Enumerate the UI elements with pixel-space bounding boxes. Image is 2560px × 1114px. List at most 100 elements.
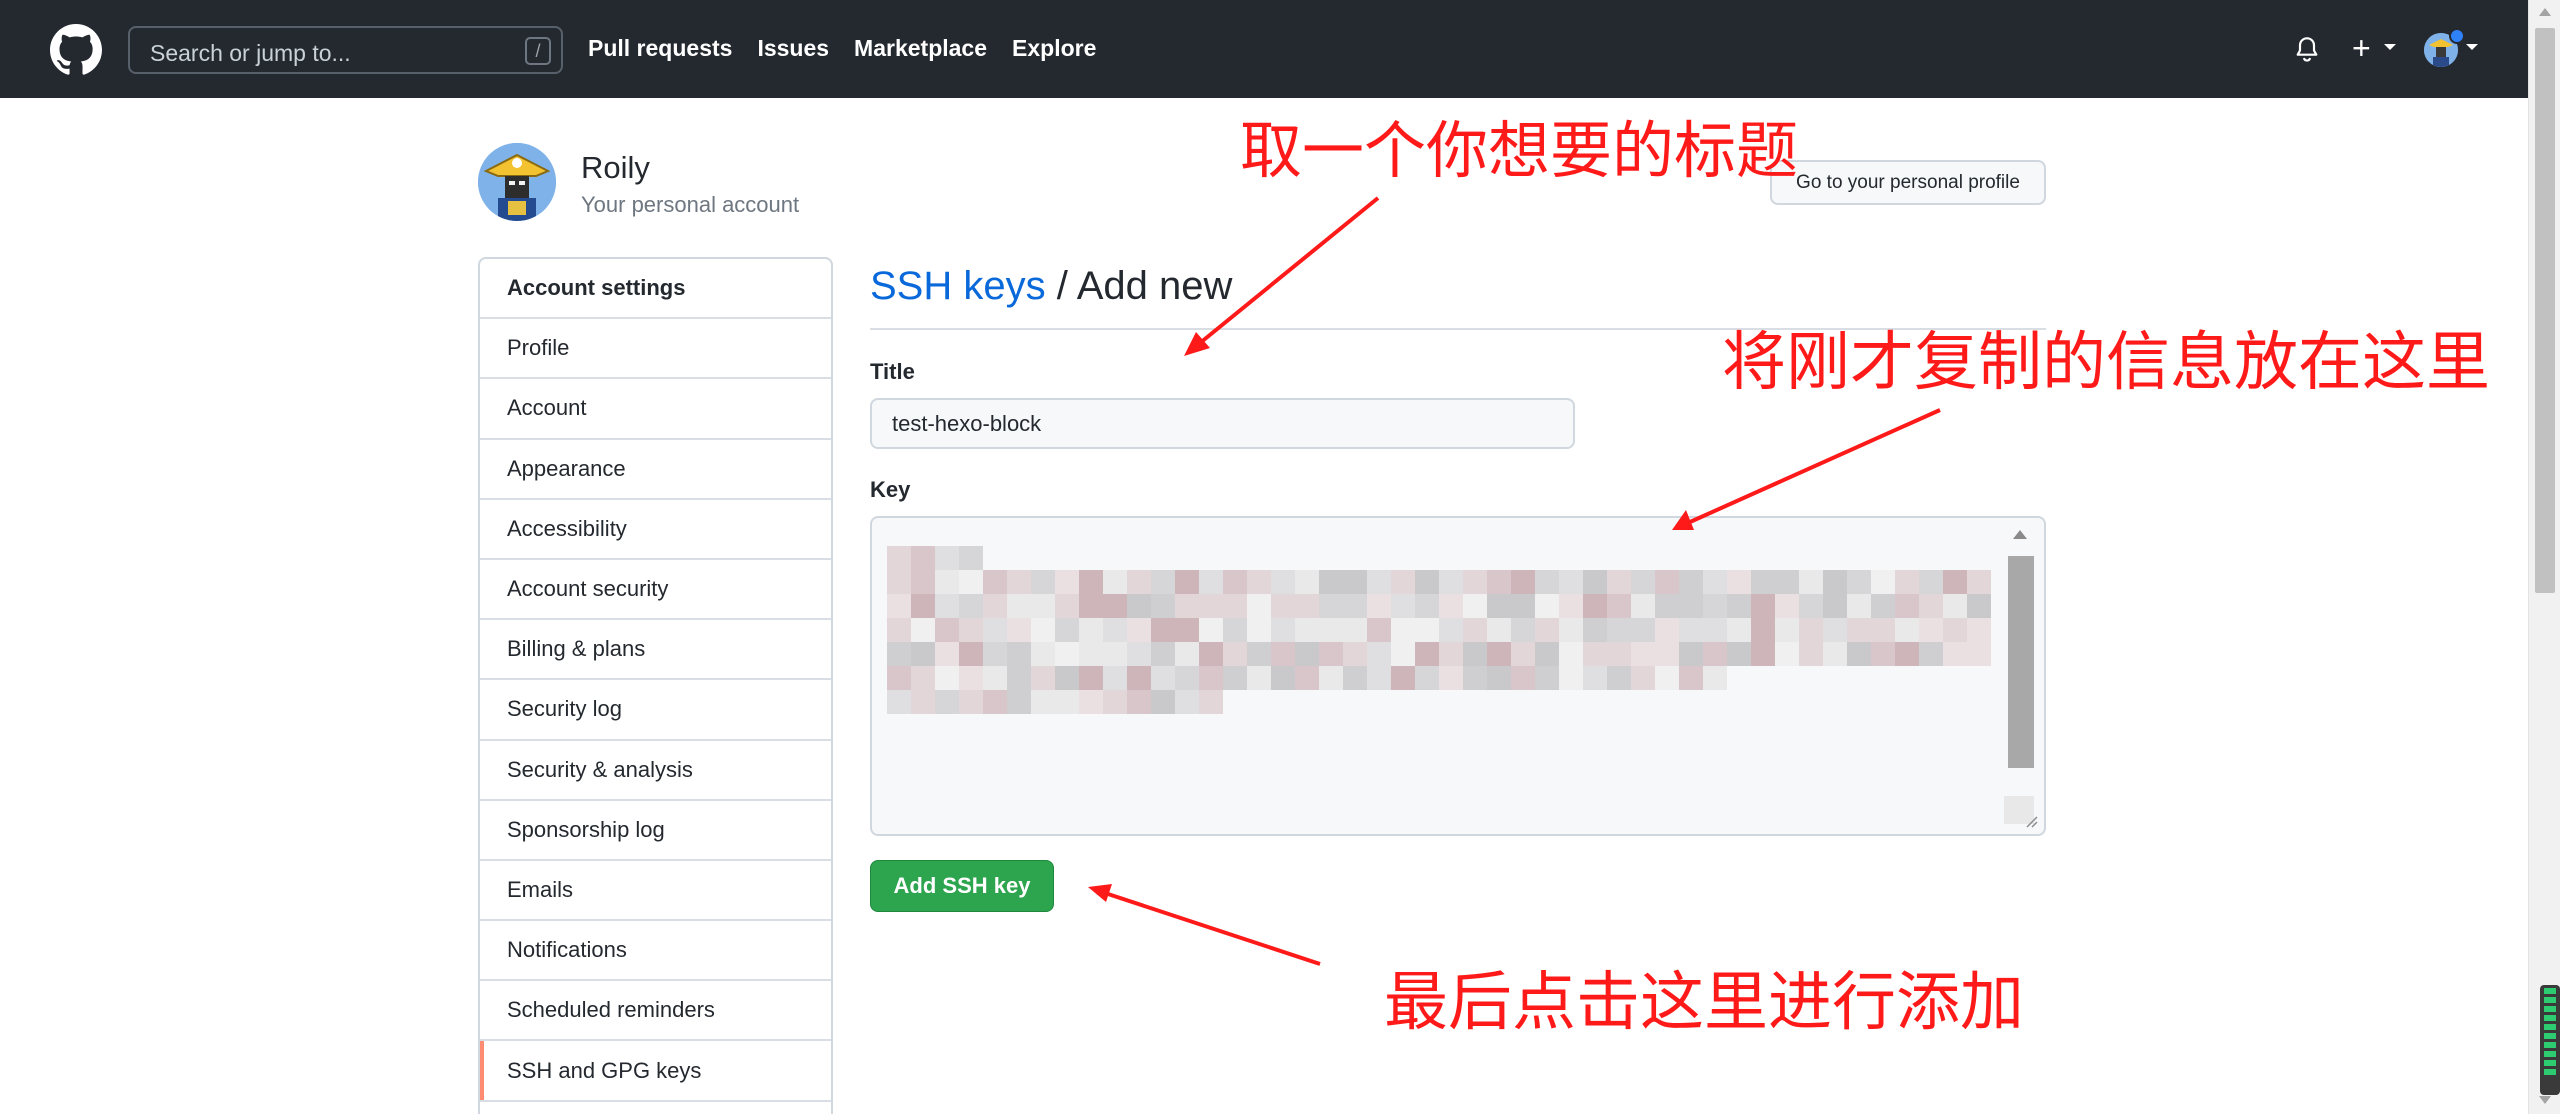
blur-cell [1031,642,1055,666]
create-new-plus-icon[interactable]: + [2352,30,2371,66]
blur-cell [1223,594,1247,618]
blur-cell [1535,642,1559,666]
title-label: Title [870,359,915,384]
search-input[interactable]: Search or jump to... / [128,26,563,74]
blur-cell [1223,570,1247,594]
blur-cell [1319,642,1343,666]
blur-cell [1343,570,1367,594]
annotation-button-note: 最后点击这里进行添加 [1384,966,2024,1040]
blur-cell [1079,546,1103,570]
sidebar-item-appearance[interactable]: Appearance [480,440,831,500]
blur-cell [911,642,935,666]
blur-cell [1751,594,1775,618]
blur-cell [1223,666,1247,690]
page-scrollbar[interactable] [2528,0,2560,1114]
add-ssh-key-button[interactable]: Add SSH key [870,860,1054,912]
blur-cell [1847,618,1871,642]
blur-cell [1103,594,1127,618]
sidebar-item-account[interactable]: Account [480,379,831,440]
blur-cell [1895,618,1919,642]
blur-cell [1943,594,1967,618]
sidebar-item-emails[interactable]: Emails [480,861,831,922]
blur-cell [959,618,983,642]
scroll-up-arrow-icon[interactable] [2539,8,2551,16]
key-textarea-scrollbar[interactable] [2004,524,2034,824]
sidebar-item-sponsorship-log[interactable]: Sponsorship log [480,801,831,861]
blur-cell [1271,546,1295,570]
blur-cell [1655,642,1679,666]
create-menu-caret-icon[interactable] [2383,42,2397,52]
blur-cell [887,594,911,618]
breadcrumb-ssh-keys-link[interactable]: SSH keys [870,264,1046,308]
arrow-to-button-icon [1088,884,1321,966]
key-textarea[interactable] [870,516,2046,836]
blur-cell [1631,570,1655,594]
blur-cell [1535,594,1559,618]
annotation-title-note: 取一个你想要的标题 [1240,114,1799,187]
sidebar-item-scheduled-reminders[interactable]: Scheduled reminders [480,981,831,1042]
blur-cell [1295,690,1319,714]
blur-cell [1751,546,1775,570]
sidebar-item-security-analysis[interactable]: Security & analysis [480,741,831,801]
sidebar-item-billing-plans[interactable]: Billing & plans [480,620,831,681]
sidebar-item-accessibility[interactable]: Accessibility [480,500,831,560]
blur-cell [1511,690,1535,714]
blur-cell [1607,618,1631,642]
sidebar-item-ssh-gpg-keys[interactable]: SSH and GPG keys [480,1041,831,1102]
blur-cell [1151,570,1175,594]
blur-cell [1031,594,1055,618]
blur-cell [1175,618,1199,642]
user-menu-caret-icon[interactable] [2465,42,2479,52]
nav-pull-requests[interactable]: Pull requests [588,35,732,62]
nav-issues[interactable]: Issues [757,35,829,62]
nav-explore[interactable]: Explore [1012,35,1096,62]
notifications-bell-icon[interactable] [2294,36,2320,64]
scrollbar-thumb[interactable] [2535,28,2555,593]
blur-cell [1247,546,1271,570]
blur-cell [1151,642,1175,666]
blur-cell [1487,642,1511,666]
blur-cell [1823,642,1847,666]
blur-cell [1583,642,1607,666]
sidebar-item-profile[interactable]: Profile [480,319,831,380]
blur-cell [1919,570,1943,594]
blur-cell [1175,546,1199,570]
blur-cell [1655,618,1679,642]
blur-cell [935,666,959,690]
nav-marketplace[interactable]: Marketplace [854,35,987,62]
github-logo-icon[interactable] [50,24,102,76]
textarea-scroll-up-icon[interactable] [2013,530,2027,539]
blur-cell [1775,690,1799,714]
blur-cell [983,642,1007,666]
blur-cell [1847,594,1871,618]
blur-cell [1151,666,1175,690]
blur-cell [1007,570,1031,594]
blur-cell [1055,642,1079,666]
blur-cell [1367,690,1391,714]
resize-grip-icon[interactable] [2020,810,2038,828]
blur-cell [1031,666,1055,690]
title-input[interactable]: test-hexo-block [870,398,1575,449]
blur-cell [1295,570,1319,594]
blur-cell [1871,690,1895,714]
blur-cell [1127,570,1151,594]
blur-cell [887,642,911,666]
blur-cell [1679,546,1703,570]
blur-cell [1703,570,1727,594]
sidebar-item-notifications[interactable]: Notifications [480,921,831,982]
textarea-scroll-thumb[interactable] [2008,556,2034,768]
sidebar-item-account-security[interactable]: Account security [480,560,831,621]
scroll-down-arrow-icon[interactable] [2539,1096,2551,1104]
blur-cell [1919,666,1943,690]
blur-cell [1823,594,1847,618]
blur-cell [1487,666,1511,690]
blur-cell [1895,594,1919,618]
sidebar-item-security-log[interactable]: Security log [480,680,831,741]
blur-cell [1775,666,1799,690]
blur-cell [983,546,1007,570]
blur-cell [1823,546,1847,570]
blur-cell [1559,546,1583,570]
go-to-profile-button[interactable]: Go to your personal profile [1770,160,2046,205]
blur-cell [1655,666,1679,690]
blur-cell [1367,642,1391,666]
